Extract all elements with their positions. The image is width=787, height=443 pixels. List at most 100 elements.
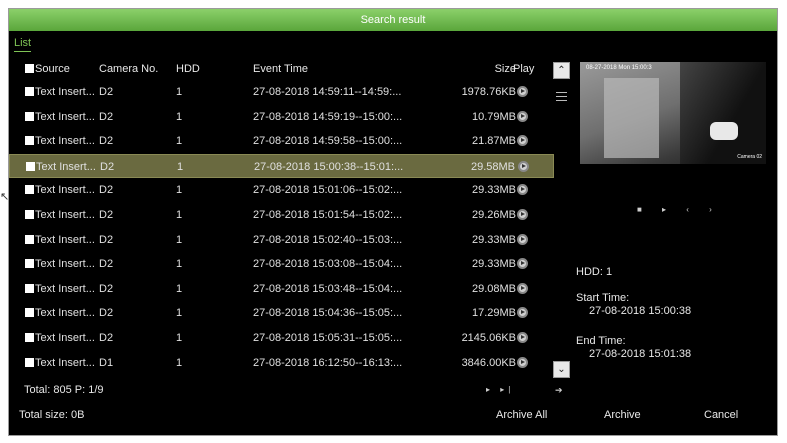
row-hdd: 1 [176,208,183,221]
table-row[interactable]: Text Insert... D2 1 27-08-2018 15:04:36--15… [9,301,554,326]
row-size: 2145.06KB [461,331,516,344]
table-row[interactable]: Text Insert... D2 1 27-08-2018 15:02:40--15… [9,228,554,253]
header-event-time: Event Time [253,63,309,75]
row-source[interactable]: Text Insert... [25,80,95,105]
row-checkbox[interactable] [25,234,34,244]
header-source[interactable]: Source [25,63,70,75]
play-icon[interactable] [517,282,528,294]
row-size: 29.26MB [471,208,516,221]
play-icon[interactable] [517,184,528,196]
row-size: 29.58MB [470,160,515,173]
preview-osd-text: 08-27-2018 Mon 15:00:3 [586,65,652,71]
table-row[interactable]: Text Insert... D2 1 27-08-2018 15:03:48--15… [9,277,554,302]
row-checkbox[interactable] [26,161,35,171]
row-hdd: 1 [176,282,183,295]
detail-end-label: End Time: [576,335,626,347]
row-event-time: 27-08-2018 15:03:08--15:04:... [253,258,403,271]
pager-next-icon[interactable]: ▸ ▸| [486,385,514,394]
row-size: 1978.76KB [461,86,516,98]
row-checkbox[interactable] [25,332,34,342]
row-size: 10.79MB [471,110,516,123]
playback-controls[interactable]: ■ ▸ ‹ › [637,205,721,214]
video-preview[interactable]: 08-27-2018 Mon 15:00:3 Camera 02 [580,62,766,164]
row-camera: D2 [99,208,114,221]
row-event-time: 27-08-2018 14:59:19--15:00:... [253,110,403,123]
row-camera: D2 [99,86,114,98]
play-icon[interactable] [517,331,528,343]
cancel-button[interactable]: Cancel [704,409,738,421]
table-row[interactable]: Text Insert... D2 1 27-08-2018 15:05:31--15… [9,326,554,351]
row-source[interactable]: Text Insert... [25,105,95,130]
row-source[interactable]: Text Insert... [25,252,95,277]
play-icon[interactable] [517,233,528,245]
row-checkbox[interactable] [25,283,34,293]
arrow-right-icon[interactable]: ➔ [555,385,563,396]
table-row[interactable]: Text Insert... D2 1 27-08-2018 15:00:38--15… [9,153,554,180]
row-event-time: 27-08-2018 15:05:31--15:05:... [253,331,403,344]
row-source[interactable]: Text Insert... [25,351,95,376]
total-size: Total size: 0B [19,409,85,421]
row-source[interactable]: Text Insert... [25,301,95,326]
play-icon[interactable] [517,307,528,319]
row-hdd: 1 [176,86,183,98]
row-checkbox[interactable] [25,357,34,367]
preview-scene-camera [710,122,738,140]
row-event-time: 27-08-2018 14:59:58--15:00:... [253,135,403,148]
scrollbar-thumb[interactable] [556,89,567,111]
table-row[interactable]: Text Insert... D2 1 27-08-2018 15:01:06--15… [9,178,554,203]
play-icon[interactable] [517,135,528,147]
row-source[interactable]: Text Insert... [25,277,95,302]
search-result-window: Search result List Source Camera No. HDD… [8,8,778,436]
row-source[interactable]: Text Insert... [25,228,95,253]
row-source[interactable]: Text Insert... [26,155,96,180]
table-row[interactable]: Text Insert... D2 1 27-08-2018 15:03:08--15… [9,252,554,277]
play-icon[interactable] [517,208,528,220]
header-camera: Camera No. [99,63,159,75]
row-checkbox[interactable] [25,111,34,121]
row-hdd: 1 [176,331,183,344]
row-event-time: 27-08-2018 15:03:48--15:04:... [253,282,403,295]
header-play: Play [513,63,535,75]
row-camera: D2 [99,184,114,197]
archive-button[interactable]: Archive [604,409,641,421]
preview-scene-shadow [680,62,766,164]
row-hdd: 1 [176,233,183,246]
play-icon[interactable] [517,86,528,97]
table-row[interactable]: Text Insert... D2 1 27-08-2018 14:59:58--15… [9,129,554,154]
play-icon[interactable] [517,110,528,122]
header-hdd: HDD [176,63,200,75]
row-camera: D2 [99,307,114,320]
row-camera: D2 [99,135,114,148]
table-row[interactable]: Text Insert... D2 1 27-08-2018 15:01:54--15… [9,203,554,228]
play-icon[interactable] [517,356,528,368]
row-event-time: 27-08-2018 16:12:50--16:13:... [253,356,403,369]
row-source[interactable]: Text Insert... [25,326,95,351]
archive-all-button[interactable]: Archive All [496,409,547,421]
row-checkbox[interactable] [25,308,34,318]
select-all-checkbox[interactable] [25,64,34,73]
table-row[interactable]: Text Insert... D1 1 27-08-2018 16:12:50--16… [9,351,554,376]
scroll-up-button[interactable]: ⌃ [553,62,570,79]
row-event-time: 27-08-2018 15:00:38--15:01:... [254,160,404,173]
row-checkbox[interactable] [25,209,34,219]
scroll-down-button[interactable]: ⌄ [553,361,570,378]
row-checkbox[interactable] [25,136,34,146]
row-event-time: 27-08-2018 14:59:11--14:59:... [253,86,402,98]
row-checkbox[interactable] [25,87,34,96]
tab-list[interactable]: List [14,37,32,52]
table-row[interactable]: Text Insert... D2 1 27-08-2018 14:59:11--14… [9,80,554,105]
row-hdd: 1 [176,184,183,197]
row-source[interactable]: Text Insert... [25,129,95,154]
row-checkbox[interactable] [25,259,34,269]
row-source[interactable]: Text Insert... [25,203,95,228]
row-checkbox[interactable] [25,185,34,195]
play-icon[interactable] [518,160,529,172]
table-row[interactable]: Text Insert... D2 1 27-08-2018 14:59:19--15… [9,105,554,130]
play-icon[interactable] [517,258,528,270]
row-size: 17.29MB [471,307,516,320]
row-source[interactable]: Text Insert... [25,178,95,203]
row-camera: D2 [99,233,114,246]
detail-hdd: HDD: 1 [576,266,613,278]
mouse-cursor-icon: ↖ [0,191,10,203]
row-size: 29.33MB [471,233,516,246]
